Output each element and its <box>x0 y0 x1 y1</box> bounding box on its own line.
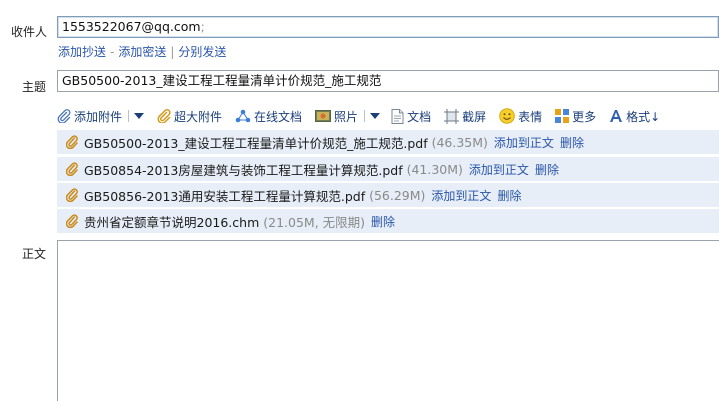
photo-icon <box>315 110 332 122</box>
add-attachment-label: 添加附件 <box>74 109 123 124</box>
screenshot-label: 截屏 <box>462 109 487 124</box>
attachment-name[interactable]: GB50854-2013房屋建筑与装饰工程工程量计算规范.pdf <box>84 160 403 179</box>
attachment-size: (41.30M) <box>406 161 463 177</box>
smiley-icon <box>499 108 515 124</box>
delete-attachment-link[interactable]: 删除 <box>560 136 584 150</box>
screenshot-icon <box>444 108 460 124</box>
toolbar-divider <box>364 110 366 122</box>
format-label: 格式↓ <box>626 109 661 124</box>
photo-label: 照片 <box>334 109 359 124</box>
message-body-editor[interactable] <box>57 240 719 401</box>
share-nodes-icon <box>235 109 251 123</box>
recipient-field[interactable]: 1553522067@qq.com; <box>57 16 719 38</box>
paperclip-gold-icon <box>157 109 171 123</box>
paperclip-icon <box>66 135 78 149</box>
attachment-dropdown-icon[interactable] <box>134 113 145 119</box>
link-separator: | <box>170 45 175 59</box>
toolbar-divider <box>128 110 130 122</box>
delete-attachment-link[interactable]: 删除 <box>497 189 521 203</box>
attachment-item: GB50854-2013房屋建筑与装饰工程工程量计算规范.pdf (41.30M… <box>57 157 719 181</box>
attachment-size: (46.35M) <box>431 134 488 150</box>
format-button[interactable]: 格式↓ <box>609 108 660 125</box>
attachment-name[interactable]: 贵州省定额章节说明2016.chm <box>84 212 259 231</box>
grid-icon <box>555 109 570 123</box>
separate-send-link[interactable]: 分别发送 <box>178 45 226 59</box>
photo-button[interactable]: 照片 <box>315 108 358 125</box>
recipient-value: 1553522067@qq.com <box>62 19 201 34</box>
add-cc-link[interactable]: 添加抄送 <box>58 45 106 59</box>
subject-value: GB50500-2013_建设工程工程量清单计价规范_施工规范 <box>62 73 382 88</box>
online-doc-label: 在线文档 <box>254 109 303 124</box>
attachment-size: (56.29M) <box>369 187 426 203</box>
subject-label: 主题 <box>22 80 47 94</box>
paperclip-icon <box>66 162 78 176</box>
photo-dropdown-icon[interactable] <box>370 113 381 119</box>
document-icon <box>391 108 404 124</box>
document-button[interactable]: 文档 <box>391 108 431 125</box>
delete-attachment-link[interactable]: 删除 <box>371 215 395 229</box>
compose-toolbar: 添加附件 超大附件 在线文档 照片 文档 截屏 表情 更多 格式↓ <box>57 106 673 126</box>
format-a-icon <box>610 110 623 122</box>
screenshot-button[interactable]: 截屏 <box>444 108 486 125</box>
add-to-body-link[interactable]: 添加到正文 <box>494 136 554 150</box>
attachment-item: 贵州省定额章节说明2016.chm (21.05M, 无限期) 删除 <box>57 209 719 233</box>
document-label: 文档 <box>407 109 432 124</box>
emoji-label: 表情 <box>518 109 543 124</box>
paperclip-icon <box>66 188 78 202</box>
recipient-separator: ; <box>200 19 205 34</box>
paperclip-icon <box>57 109 71 123</box>
add-to-body-link[interactable]: 添加到正文 <box>431 189 491 203</box>
attachment-item: GB50856-2013通用安装工程工程量计算规范.pdf (56.29M) 添… <box>57 183 719 207</box>
add-bcc-link[interactable]: 添加密送 <box>118 45 166 59</box>
emoji-button[interactable]: 表情 <box>499 108 542 125</box>
attachment-name[interactable]: GB50856-2013通用安装工程工程量计算规范.pdf <box>84 186 365 205</box>
paperclip-icon <box>66 214 78 228</box>
big-attachment-button[interactable]: 超大附件 <box>157 108 222 125</box>
attachment-size: (21.05M, 无限期) <box>263 214 366 230</box>
recipient-links: 添加抄送 - 添加密送 | 分别发送 <box>58 43 226 60</box>
attachment-list: GB50500-2013_建设工程工程量清单计价规范_施工规范.pdf (46.… <box>57 130 719 236</box>
recipient-label: 收件人 <box>11 25 48 39</box>
attachment-item: GB50500-2013_建设工程工程量清单计价规范_施工规范.pdf (46.… <box>57 130 719 154</box>
body-label: 正文 <box>22 247 47 261</box>
big-attachment-label: 超大附件 <box>174 109 223 124</box>
delete-attachment-link[interactable]: 删除 <box>535 163 559 177</box>
link-separator: - <box>110 45 115 59</box>
more-label: 更多 <box>572 109 597 124</box>
subject-field[interactable]: GB50500-2013_建设工程工程量清单计价规范_施工规范 <box>57 70 719 92</box>
more-button[interactable]: 更多 <box>555 108 596 125</box>
attachment-name[interactable]: GB50500-2013_建设工程工程量清单计价规范_施工规范.pdf <box>84 133 428 152</box>
add-to-body-link[interactable]: 添加到正文 <box>469 163 529 177</box>
add-attachment-button[interactable]: 添加附件 <box>57 108 122 125</box>
online-doc-button[interactable]: 在线文档 <box>235 108 302 125</box>
